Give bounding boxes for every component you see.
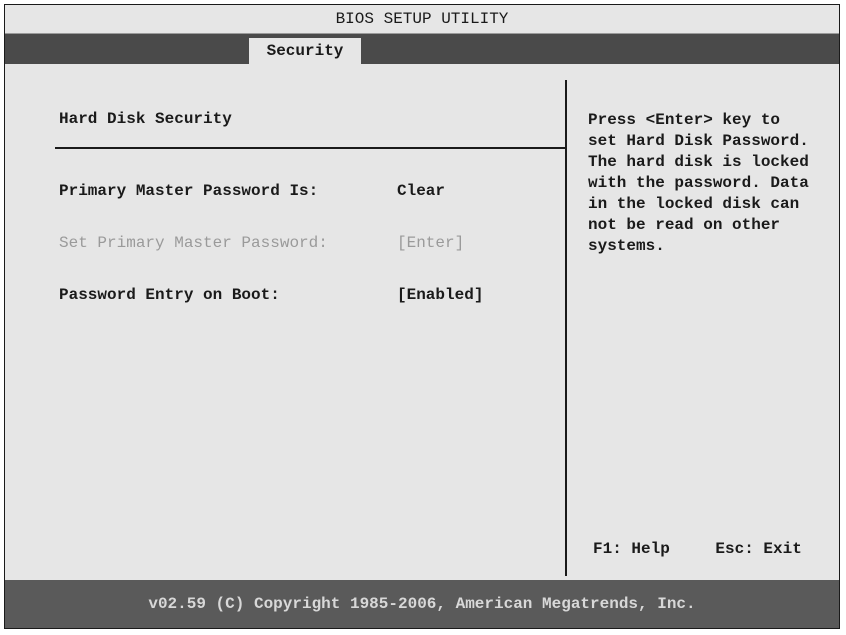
row-value: [Enter] — [397, 234, 465, 252]
bios-screen: BIOS SETUP UTILITY Security Hard Disk Se… — [4, 4, 840, 629]
row-value: Clear — [397, 182, 446, 200]
window-title: BIOS SETUP UTILITY — [5, 5, 839, 34]
section-divider — [55, 147, 565, 149]
key-hints: F1: Help Esc: Exit — [593, 540, 802, 558]
copyright-footer: v02.59 (C) Copyright 1985-2006, American… — [5, 580, 839, 628]
help-text: Press <Enter> key to set Hard Disk Passw… — [588, 111, 809, 255]
panel-divider — [565, 80, 567, 576]
row-label: Password Entry on Boot: — [59, 286, 280, 304]
row-label: Primary Master Password Is: — [59, 182, 319, 200]
exit-key-hint: Esc: Exit — [715, 540, 802, 558]
section-title: Hard Disk Security — [59, 110, 232, 128]
main-panel: Hard Disk Security Primary Master Passwo… — [5, 64, 839, 580]
tab-security[interactable]: Security — [249, 38, 361, 64]
tab-bar: Security — [5, 34, 839, 64]
row-value[interactable]: [Enabled] — [397, 286, 483, 304]
help-key-hint: F1: Help — [593, 540, 670, 558]
row-label: Set Primary Master Password: — [59, 234, 328, 252]
